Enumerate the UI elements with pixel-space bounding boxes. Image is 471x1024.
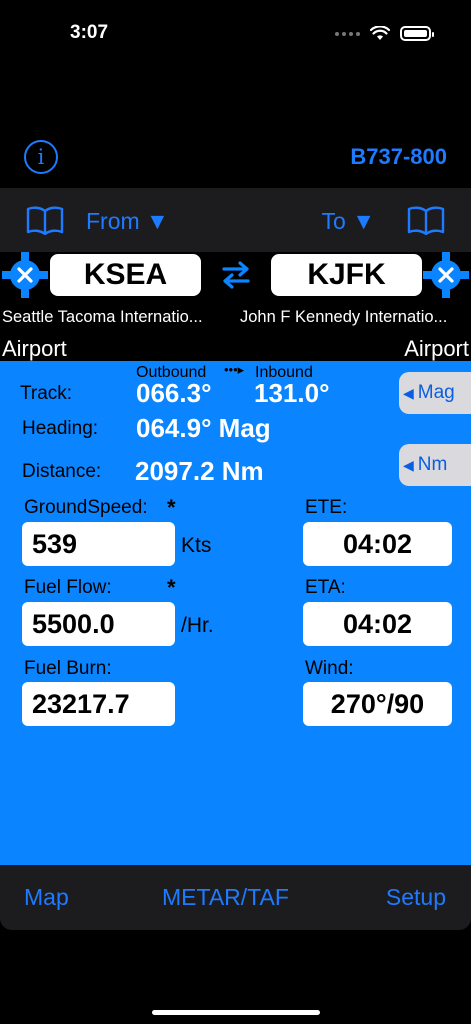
tab-setup[interactable]: Setup: [386, 884, 446, 911]
airport-selection-bar: [0, 188, 471, 252]
fuel-flow-field[interactable]: 5500.0: [22, 602, 175, 646]
swap-airports-icon[interactable]: [220, 258, 252, 292]
track-outbound-value: 066.3°: [136, 378, 212, 408]
fuel-burn-field[interactable]: 23217.7: [22, 682, 175, 726]
nm-button-label: Nm: [417, 454, 448, 475]
eta-field[interactable]: 04:02: [303, 602, 452, 646]
groundspeed-field[interactable]: 539: [22, 522, 175, 566]
from-airport-name: Seattle Tacoma Internatio...: [2, 308, 203, 326]
eta-label: ETA:: [305, 577, 346, 598]
wifi-icon: [370, 26, 390, 40]
track-inbound-value: 131.0°: [254, 378, 330, 408]
tab-map[interactable]: Map: [24, 884, 69, 911]
from-airport-code-field[interactable]: KSEA: [50, 254, 201, 296]
groundspeed-label: GroundSpeed:: [24, 497, 148, 518]
info-button[interactable]: i: [24, 140, 58, 174]
clear-from-icon[interactable]: [2, 252, 48, 298]
status-time: 3:07: [70, 22, 109, 43]
fuel-flow-star: *: [167, 575, 176, 600]
home-indicator: [152, 1010, 320, 1015]
groundspeed-star: *: [167, 495, 176, 520]
status-icons: [335, 26, 434, 41]
groundspeed-unit: Kts: [181, 534, 212, 557]
chevron-left-icon: ◀: [403, 385, 414, 401]
to-airport-book-icon[interactable]: [407, 205, 445, 235]
tab-metar-taf[interactable]: METAR/TAF: [162, 884, 289, 911]
to-airport-code-field[interactable]: KJFK: [271, 254, 422, 296]
cellular-signal-icon: [335, 31, 360, 36]
wind-label: Wind:: [305, 658, 354, 679]
chevron-left-icon: ◀: [403, 457, 414, 473]
info-icon: i: [37, 145, 45, 169]
from-airport-name-suffix: Airport: [2, 336, 67, 361]
distance-label: Distance:: [22, 461, 102, 482]
heading-value: 064.9° Mag: [136, 413, 271, 443]
mag-toggle-button[interactable]: ◀ Mag: [399, 372, 471, 414]
fuel-flow-unit: /Hr.: [181, 614, 214, 637]
to-airport-name: John F Kennedy Internatio...: [240, 308, 448, 326]
wind-field[interactable]: 270°/90: [303, 682, 452, 726]
heading-label: Heading:: [22, 418, 99, 439]
to-dropdown-button[interactable]: To ▼: [322, 208, 375, 235]
from-dropdown-button[interactable]: From ▼: [86, 208, 169, 235]
outbound-inbound-arrow: •••▸: [224, 362, 245, 377]
clear-to-icon[interactable]: [423, 252, 469, 298]
ete-field[interactable]: 04:02: [303, 522, 452, 566]
distance-value: 2097.2 Nm: [135, 456, 264, 486]
mag-button-label: Mag: [417, 382, 455, 403]
fuel-burn-label: Fuel Burn:: [24, 658, 112, 679]
nm-toggle-button[interactable]: ◀ Nm: [399, 444, 471, 486]
ete-label: ETE:: [305, 497, 348, 518]
from-airport-book-icon[interactable]: [26, 205, 64, 235]
aircraft-type-button[interactable]: B737-800: [350, 144, 447, 170]
to-airport-name-suffix: Airport: [404, 336, 469, 361]
battery-icon: [400, 26, 434, 41]
track-label: Track:: [20, 383, 73, 404]
fuel-flow-label: Fuel Flow:: [24, 577, 112, 598]
